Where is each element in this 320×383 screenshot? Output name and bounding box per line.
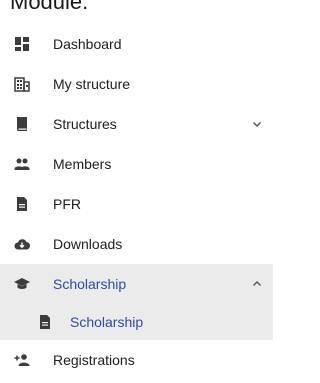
graduation-cap-icon xyxy=(14,278,30,289)
sidebar-item-label: PFR xyxy=(53,196,81,212)
document-icon xyxy=(40,315,50,329)
building-icon xyxy=(14,77,30,92)
sidebar-item-label: My structure xyxy=(53,76,131,92)
sidebar-item-pfr[interactable]: PFR xyxy=(0,184,273,224)
sidebar-item-members[interactable]: Members xyxy=(0,144,273,184)
sidebar-item-structures[interactable]: Structures xyxy=(0,104,273,144)
sidebar-subitem-label: Scholarship xyxy=(70,314,144,330)
sidebar-item-label: Members xyxy=(53,156,112,172)
sidebar-item-dashboard[interactable]: Dashboard xyxy=(0,24,273,64)
sidebar-item-label: Scholarship xyxy=(53,276,127,292)
sidebar-item-downloads[interactable]: Downloads xyxy=(0,224,273,264)
sidebar-subitem-scholarship[interactable]: Scholarship xyxy=(0,304,273,340)
sidebar-item-registrations[interactable]: Registrations xyxy=(0,340,273,380)
chevron-down-icon[interactable] xyxy=(251,118,263,130)
sidebar-nav: Dashboard My structure Structures Member… xyxy=(0,24,273,380)
sidebar-item-label: Downloads xyxy=(53,236,123,252)
book-icon xyxy=(16,117,27,131)
module-title: Module: xyxy=(10,0,89,14)
document-icon xyxy=(17,197,27,211)
chevron-up-icon[interactable] xyxy=(251,278,263,290)
sidebar-item-my-structure[interactable]: My structure xyxy=(0,64,273,104)
cloud-download-icon xyxy=(14,239,30,250)
sidebar-item-scholarship[interactable]: Scholarship xyxy=(0,264,273,304)
dashboard-icon xyxy=(15,37,29,51)
sidebar-item-label: Structures xyxy=(53,116,117,132)
sidebar-item-label: Registrations xyxy=(53,352,135,368)
person-add-icon xyxy=(14,354,30,366)
people-icon xyxy=(14,158,30,170)
sidebar-item-label: Dashboard xyxy=(53,36,122,52)
